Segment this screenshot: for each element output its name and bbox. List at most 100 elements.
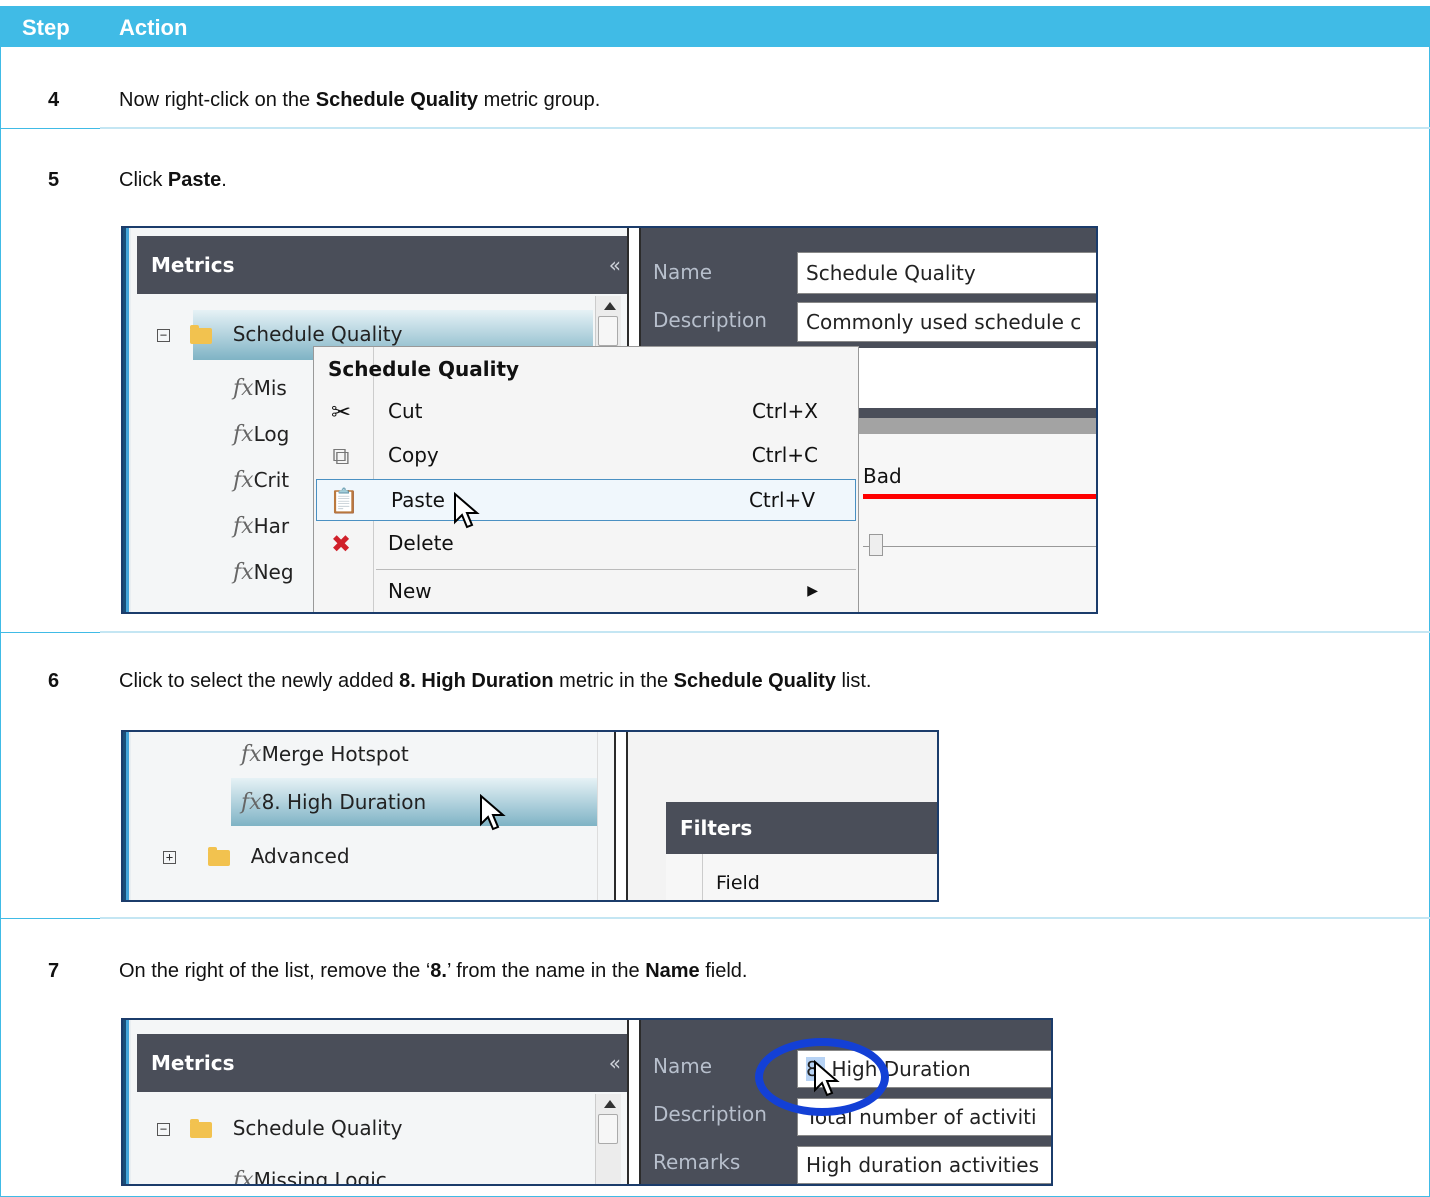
rename-metric-screenshot: Metrics « − Schedule Quality fxMissing L… <box>121 1018 1053 1186</box>
step-number: 5 <box>48 169 60 191</box>
metric-label: Missing Logic <box>253 1168 387 1186</box>
scissors-icon: ✂ <box>330 398 352 426</box>
description-field[interactable]: Commonly used schedule c <box>797 302 1096 342</box>
menu-item-delete[interactable]: ✖ Delete <box>314 523 858 565</box>
step-text: Click to select the newly added 8. High … <box>119 670 872 692</box>
folder-label: Advanced <box>250 844 350 868</box>
tree-metric-item[interactable]: fxCrit <box>233 468 289 493</box>
menu-shortcut: Ctrl+C <box>751 443 818 467</box>
step-column-header: Step <box>22 15 70 40</box>
tree-folder-advanced[interactable]: + Advanced <box>163 844 350 868</box>
tree-metric-item[interactable]: fxHar <box>233 514 289 539</box>
paste-icon: 📋 <box>329 487 359 515</box>
menu-shortcut: Ctrl+V <box>748 488 815 512</box>
tree-metric-merge-hotspot[interactable]: fxMerge Hotspot <box>241 742 409 767</box>
menu-item-new[interactable]: New ▶ <box>314 571 858 612</box>
grid-column-divider <box>702 854 703 900</box>
panel-splitter[interactable] <box>614 732 628 900</box>
metric-label: Log <box>253 422 290 446</box>
delete-icon: ✖ <box>330 530 352 558</box>
panel-edge <box>123 732 131 900</box>
tree-folder-schedule-quality[interactable]: − Schedule Quality <box>157 1116 402 1140</box>
menu-item-label: Cut <box>388 399 423 423</box>
description-label: Description <box>653 308 767 332</box>
menu-title: Schedule Quality <box>328 357 520 381</box>
metrics-panel-header: Metrics « <box>137 236 635 294</box>
tree-metric-item[interactable]: fxMissing Logic <box>233 1168 387 1186</box>
menu-item-label: Delete <box>388 531 454 555</box>
function-icon: fx <box>241 790 262 815</box>
action-column-header: Action <box>119 15 188 40</box>
metrics-panel-header: Metrics « <box>137 1034 635 1092</box>
menu-item-paste[interactable]: 📋 Paste Ctrl+V <box>316 479 856 521</box>
collapse-icon[interactable]: « <box>609 236 621 294</box>
function-icon: fx <box>241 742 262 767</box>
folder-label: Schedule Quality <box>232 1116 403 1140</box>
panel-splitter[interactable] <box>627 1020 641 1184</box>
table-header: Step Action <box>0 6 1430 47</box>
scroll-thumb[interactable] <box>598 316 618 346</box>
metrics-tree: fxMerge Hotspot fx8. High Duration + Adv… <box>123 732 628 900</box>
scroll-up-icon[interactable] <box>604 1100 616 1108</box>
menu-shortcut: Ctrl+X <box>751 399 818 423</box>
remarks-field[interactable]: High duration activities <box>797 1146 1051 1184</box>
folder-label: Schedule Quality <box>232 322 403 346</box>
paste-menu-screenshot: Metrics « − Schedule Quality fxMis fxLog… <box>121 226 1098 614</box>
step-number: 7 <box>48 960 60 982</box>
tree-metric-item[interactable]: fxLog <box>233 422 289 447</box>
slider-thumb[interactable] <box>869 534 883 556</box>
collapse-node-icon[interactable]: − <box>157 329 170 342</box>
step-text: On the right of the list, remove the ‘8.… <box>119 960 748 982</box>
tree-folder-schedule-quality[interactable]: − Schedule Quality <box>157 322 402 346</box>
panel-edge <box>123 228 131 612</box>
menu-separator <box>376 569 856 570</box>
filters-grid: Field <box>666 854 937 900</box>
description-label: Description <box>653 1102 767 1126</box>
scroll-up-icon[interactable] <box>604 302 616 310</box>
filters-header: Filters <box>666 802 937 854</box>
field-column-header[interactable]: Field <box>716 872 760 894</box>
document-page: Step Action 4 Now right-click on the Sch… <box>0 0 1430 1197</box>
tree-metric-high-duration[interactable]: fx8. High Duration <box>241 790 426 815</box>
function-icon: fx <box>233 560 254 585</box>
expand-node-icon[interactable]: + <box>163 851 176 864</box>
collapse-node-icon[interactable]: − <box>157 1123 170 1136</box>
function-icon: fx <box>233 514 254 539</box>
metrics-title: Metrics <box>151 253 235 277</box>
bad-threshold-label: Bad <box>863 464 902 488</box>
menu-item-cut[interactable]: ✂ Cut Ctrl+X <box>314 391 858 433</box>
function-icon: fx <box>233 468 254 493</box>
folder-icon <box>190 324 213 344</box>
menu-item-label: New <box>388 579 432 603</box>
tree-metric-item[interactable]: fxMis <box>233 376 287 401</box>
tree-scrollbar[interactable] <box>595 1094 621 1184</box>
metric-label: Merge Hotspot <box>261 742 409 766</box>
step-number: 6 <box>48 670 60 692</box>
step-text: Now right-click on the Schedule Quality … <box>119 89 601 111</box>
panel-edge <box>123 1020 131 1184</box>
row-divider-shade <box>100 917 1430 919</box>
metric-label: Mis <box>253 376 287 400</box>
name-field[interactable]: Schedule Quality <box>797 252 1096 294</box>
submenu-arrow-icon: ▶ <box>807 583 818 599</box>
metric-label: Crit <box>253 468 290 492</box>
folder-icon <box>208 846 231 866</box>
row-divider-shade <box>100 631 1430 633</box>
bad-threshold-bar <box>863 494 1096 499</box>
step-number: 4 <box>48 89 60 111</box>
scroll-thumb[interactable] <box>598 1114 618 1144</box>
tree-metric-item[interactable]: fxNeg <box>233 560 294 585</box>
menu-item-label: Paste <box>391 488 445 512</box>
step-text: Click Paste. <box>119 169 227 191</box>
collapse-icon[interactable]: « <box>609 1034 621 1092</box>
menu-item-copy[interactable]: ⧉ Copy Ctrl+C <box>314 435 858 477</box>
metric-label: Neg <box>253 560 294 584</box>
metrics-title: Metrics <box>151 1051 235 1075</box>
folder-icon <box>190 1118 213 1138</box>
slider-track <box>863 546 1096 547</box>
menu-item-label: Copy <box>388 443 439 467</box>
tree-edge <box>597 732 598 900</box>
name-label: Name <box>653 1054 713 1078</box>
metric-label: Har <box>253 514 290 538</box>
function-icon: fx <box>233 1168 254 1186</box>
